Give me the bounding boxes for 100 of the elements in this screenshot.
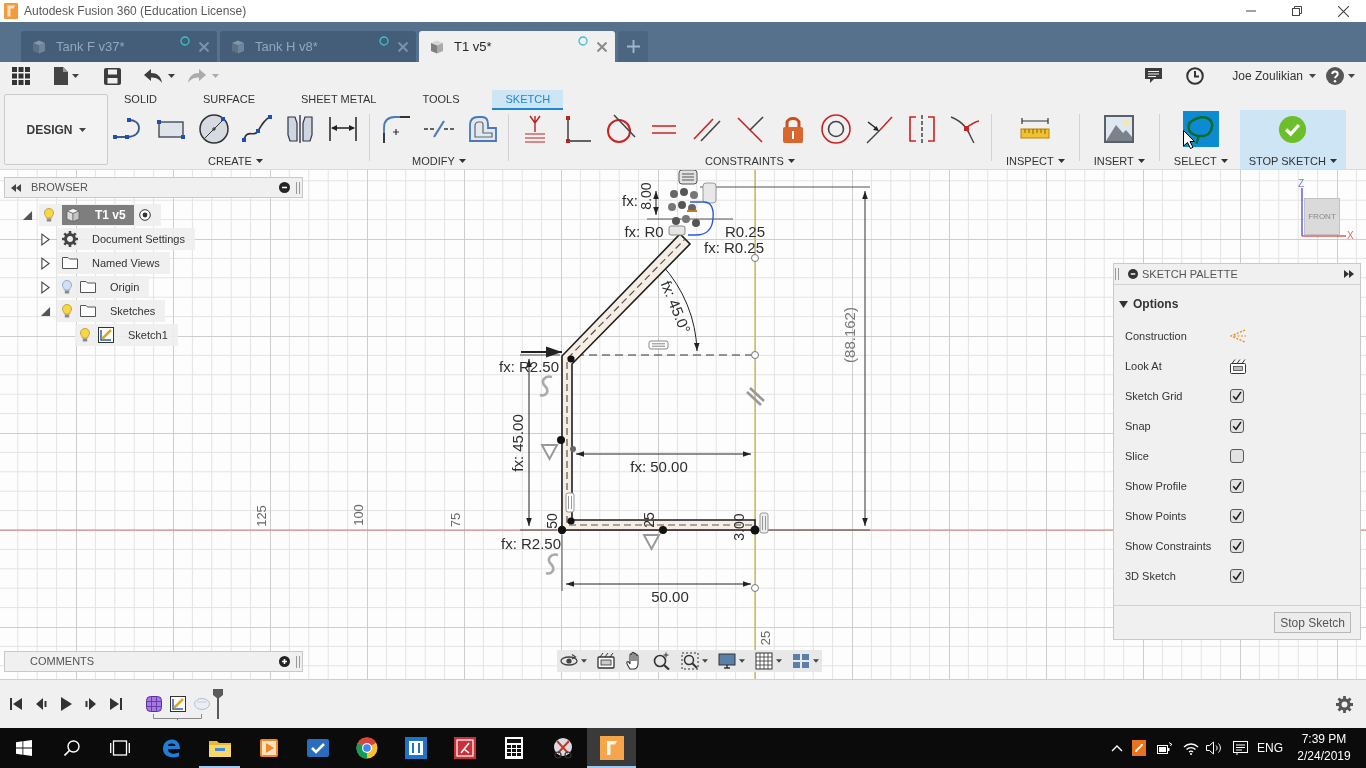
group-menu-button[interactable]: MODIFY xyxy=(412,152,466,169)
grid-cube-icon[interactable] xyxy=(146,696,162,712)
sketch-icon[interactable] xyxy=(170,696,186,712)
folder-icon xyxy=(80,279,96,295)
skip-start-icon[interactable] xyxy=(10,697,22,711)
apps-grid-icon[interactable] xyxy=(12,67,30,85)
view-menu-button[interactable] xyxy=(681,652,708,670)
group-menu-button[interactable]: SELECT xyxy=(1173,152,1228,169)
close-icon[interactable] xyxy=(597,41,607,52)
lasso-icon[interactable] xyxy=(1181,111,1220,148)
browser-tree-item[interactable]: T1 v5 xyxy=(39,204,161,226)
triangle-icon[interactable] xyxy=(41,232,50,246)
workspace-menu-button[interactable]: DESIGN xyxy=(4,94,108,165)
panel-title: COMMENTS xyxy=(30,654,95,670)
bracket-pair-icon[interactable] xyxy=(906,113,938,146)
user-menu-button[interactable]: Joe Zoulikian xyxy=(1232,67,1316,85)
ribbon-tab[interactable]: SHEET METAL xyxy=(288,90,390,110)
group-menu-button[interactable]: CONSTRAINTS xyxy=(705,152,795,169)
ring-icon xyxy=(180,35,190,46)
settings-icon[interactable] xyxy=(1336,695,1353,713)
checkbox[interactable] xyxy=(1230,479,1244,493)
dimension-label: fx: xyxy=(622,192,638,208)
double-arrow-right-icon[interactable] xyxy=(1344,270,1354,278)
dimension-label: 50 xyxy=(545,513,559,529)
browser-tree-item[interactable]: Sketch1 xyxy=(75,324,178,346)
group-menu-button[interactable]: INSPECT xyxy=(1006,152,1065,169)
speaker-icon[interactable] xyxy=(1206,741,1222,755)
double-arrow-left-icon[interactable] xyxy=(11,183,21,192)
view-menu-button[interactable] xyxy=(718,652,745,670)
taskbar-app-button[interactable] xyxy=(587,728,636,768)
timeline-marker-icon[interactable] xyxy=(212,689,224,719)
lightbulb-icon[interactable] xyxy=(62,304,72,318)
speech-bubble-icon[interactable] xyxy=(1145,68,1163,84)
play-icon[interactable] xyxy=(60,697,72,711)
browser-tree-item[interactable]: Origin xyxy=(57,276,150,298)
lightbulb-icon[interactable] xyxy=(62,280,72,294)
checkbox[interactable] xyxy=(1230,389,1244,403)
magnifier-plus-icon[interactable] xyxy=(653,652,671,670)
new-tab-button[interactable] xyxy=(618,31,648,62)
notification-icon[interactable] xyxy=(1233,741,1248,755)
grip-icon[interactable] xyxy=(1115,268,1119,280)
checkbox[interactable] xyxy=(1230,419,1244,433)
ribbon-tab[interactable]: SURFACE xyxy=(190,90,268,110)
group-menu-button[interactable]: INSERT xyxy=(1093,152,1145,169)
panel-title: SKETCH PALETTE xyxy=(1142,266,1238,282)
group-menu-button[interactable]: STOP SKETCH xyxy=(1248,152,1337,169)
checkbox[interactable] xyxy=(1230,449,1244,463)
group-menu-button[interactable]: CREATE xyxy=(208,152,263,169)
triangle-down-icon xyxy=(1119,300,1128,308)
options-section-header[interactable]: Options xyxy=(1119,295,1179,313)
battery-icon[interactable] xyxy=(1157,742,1173,754)
stop-sketch-button[interactable]: Stop Sketch xyxy=(1274,612,1351,633)
concentric-circles-icon[interactable] xyxy=(820,113,852,146)
triangle-icon[interactable] xyxy=(40,305,51,317)
screen-icon[interactable] xyxy=(1230,358,1246,374)
dimension-label: fx: 45.0° xyxy=(658,278,694,336)
lightbulb-icon[interactable] xyxy=(44,208,54,222)
minus-circle-icon[interactable] xyxy=(279,182,290,193)
clock-time[interactable]: 7:39 PM xyxy=(1301,731,1347,748)
minus-circle-icon[interactable] xyxy=(1128,269,1138,279)
undo-button[interactable] xyxy=(144,69,175,83)
lightbulb-icon[interactable] xyxy=(80,328,90,342)
calculator-icon xyxy=(504,737,523,759)
step-back-icon[interactable] xyxy=(35,697,47,711)
triangle-icon[interactable] xyxy=(41,256,50,270)
checkbox[interactable] xyxy=(1230,569,1244,583)
document-tab[interactable]: T1 v5* xyxy=(419,31,615,62)
clock-date[interactable]: 2/24/2019 xyxy=(1297,748,1351,765)
checkbox[interactable] xyxy=(1230,539,1244,553)
fillet-corner-icon[interactable] xyxy=(380,113,412,146)
language-indicator[interactable]: ENG xyxy=(1257,739,1283,757)
landscape-picture-icon[interactable] xyxy=(1103,113,1136,146)
grip-icon[interactable] xyxy=(296,181,300,194)
grip-icon[interactable] xyxy=(296,655,300,668)
step-forward-icon[interactable] xyxy=(85,697,97,711)
skip-end-icon[interactable] xyxy=(110,697,122,711)
view-menu-button[interactable] xyxy=(755,652,782,670)
triangle-icon[interactable] xyxy=(22,209,33,221)
target-icon[interactable] xyxy=(138,209,151,221)
browser-tree-item[interactable]: Named Views xyxy=(57,252,170,274)
chevron-up-icon[interactable] xyxy=(1111,744,1123,752)
screen-icon[interactable] xyxy=(597,652,615,670)
ribbon-tab[interactable]: SOLID xyxy=(111,90,170,110)
checkmark-circle-icon[interactable] xyxy=(1278,114,1308,144)
browser-tree-item[interactable]: Sketches xyxy=(57,300,166,322)
tray-app-icon[interactable] xyxy=(1132,740,1146,756)
mirror-shapes-icon[interactable] xyxy=(284,113,316,146)
curves-point-icon[interactable] xyxy=(949,113,981,146)
checkbox[interactable] xyxy=(1230,509,1244,523)
ribbon-tab[interactable]: TOOLS xyxy=(409,90,473,110)
help-menu-button[interactable] xyxy=(1326,67,1355,85)
plus-circle-icon[interactable] xyxy=(279,656,290,667)
triangle-icon[interactable] xyxy=(41,280,50,294)
file-menu-button[interactable] xyxy=(54,67,79,85)
browser-tree-item[interactable]: Document Settings xyxy=(57,228,195,250)
clock-icon[interactable] xyxy=(1186,67,1205,85)
circle-icon[interactable] xyxy=(198,113,230,146)
wifi-icon[interactable] xyxy=(1183,741,1199,755)
circle-tangent-icon[interactable] xyxy=(605,113,637,146)
ring-icon xyxy=(379,35,389,46)
